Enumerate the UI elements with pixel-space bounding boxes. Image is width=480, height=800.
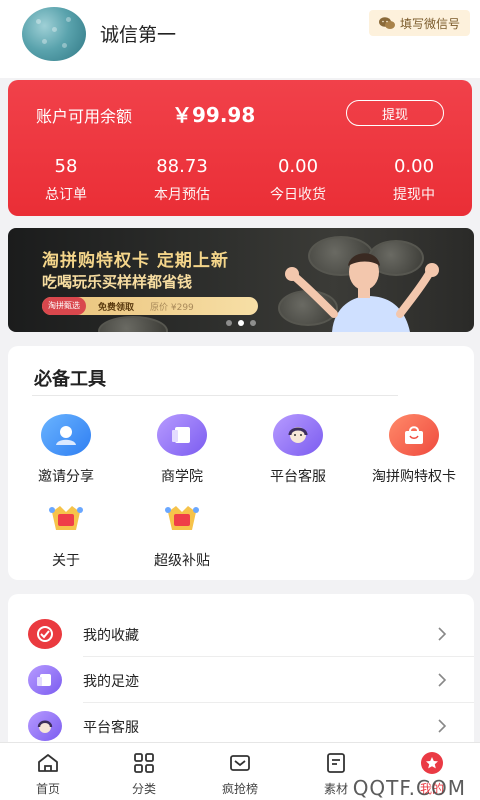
divider: [83, 702, 474, 703]
tool-label: 超级补贴: [154, 553, 210, 569]
tab-ranking[interactable]: 疯抢榜: [192, 743, 288, 800]
tool-label: 淘拼购特权卡: [372, 469, 456, 485]
tab-label: 素材: [323, 782, 348, 796]
stat-total-orders[interactable]: 58 总订单: [8, 156, 124, 204]
tool-business-school[interactable]: 商学院: [124, 414, 240, 486]
stat-withdrawing[interactable]: 0.00 提现中: [356, 156, 472, 204]
stat-label: 今日收货: [270, 187, 326, 203]
super-subsidy-icon: [157, 498, 207, 540]
menu-list: 我的收藏 我的足迹 平台客服: [8, 594, 474, 754]
stat-value: 0.00: [393, 156, 435, 177]
username: 诚信第一: [100, 24, 177, 46]
business-school-icon: [157, 414, 207, 456]
wechat-icon: [378, 16, 395, 29]
profile-icon: [421, 752, 443, 774]
tools-section: 必备工具 邀请分享 商学院 平台客服 淘拼购特权卡 关于 超级补贴: [8, 346, 474, 580]
tool-label: 邀请分享: [38, 469, 94, 485]
stat-label: 本月预估: [154, 187, 210, 203]
stat-value: 58: [54, 156, 78, 177]
menu-label: 我的收藏: [83, 628, 139, 644]
stat-label: 总订单: [45, 187, 87, 203]
banner-dot[interactable]: [226, 320, 232, 326]
privilege-card-icon: [389, 414, 439, 456]
favorites-icon: [28, 619, 62, 649]
tool-label: 平台客服: [270, 469, 326, 485]
tool-label: 商学院: [161, 469, 203, 485]
divider: [32, 395, 398, 396]
home-icon: [38, 754, 58, 772]
stat-today-received[interactable]: 0.00 今日收货: [240, 156, 356, 204]
banner-pagination: [226, 320, 256, 326]
balance-card: 账户可用余额 ￥99.98 提现 58 总订单 88.73 本月预估 0.00 …: [8, 80, 472, 216]
menu-item-favorites[interactable]: 我的收藏: [8, 612, 474, 658]
banner-subtitle: 吃喝玩乐买样样都省钱: [42, 273, 193, 291]
chevron-right-icon: [438, 673, 447, 687]
tab-home[interactable]: 首页: [0, 743, 96, 800]
banner-title: 淘拼购特权卡 定期上新: [42, 251, 229, 271]
category-icon: [134, 753, 154, 773]
tool-customer-service[interactable]: 平台客服: [240, 414, 356, 486]
offer-claim-label: 免费领取: [98, 302, 135, 313]
stat-month-estimate[interactable]: 88.73 本月预估: [124, 156, 240, 204]
menu-item-footprint[interactable]: 我的足迹: [8, 658, 474, 704]
tab-label: 分类: [131, 782, 156, 796]
tool-about[interactable]: 关于: [8, 498, 124, 570]
tool-label: 关于: [52, 553, 80, 569]
customer-service-icon: [28, 711, 62, 741]
coin-decoration: [98, 316, 168, 332]
banner-dot-active[interactable]: [238, 320, 244, 326]
banner-dot[interactable]: [250, 320, 256, 326]
footprint-icon: [28, 665, 62, 695]
stat-label: 提现中: [393, 187, 435, 203]
stat-value: 88.73: [156, 156, 208, 177]
balance-amount: ￥99.98: [172, 103, 256, 127]
material-icon: [327, 753, 345, 773]
person-illustration: [285, 253, 439, 332]
tools-title: 必备工具: [34, 369, 106, 390]
chevron-right-icon: [438, 627, 447, 641]
tool-super-subsidy[interactable]: 超级补贴: [124, 498, 240, 570]
chevron-right-icon: [438, 719, 447, 733]
offer-old-price: 原价 ¥299: [150, 302, 194, 313]
tool-privilege-card[interactable]: 淘拼购特权卡: [356, 414, 472, 486]
profile-header: 诚信第一 填写微信号: [0, 0, 480, 78]
avatar[interactable]: [22, 7, 86, 61]
tab-label: 首页: [35, 782, 60, 796]
tab-label: 疯抢榜: [221, 782, 258, 796]
menu-label: 平台客服: [83, 720, 139, 736]
banner-offer-pill[interactable]: 淘拼甄选 免费领取 原价 ¥299: [42, 297, 258, 315]
about-icon: [41, 498, 91, 540]
balance-label: 账户可用余额: [36, 107, 133, 126]
customer-service-icon: [273, 414, 323, 456]
watermark: QQTF.COM: [352, 776, 466, 800]
balance-stats: 58 总订单 88.73 本月预估 0.00 今日收货 0.00 提现中: [8, 156, 472, 204]
divider: [83, 656, 474, 657]
menu-label: 我的足迹: [83, 674, 139, 690]
fill-wechat-button[interactable]: 填写微信号: [368, 10, 470, 36]
fill-wechat-label: 填写微信号: [399, 16, 460, 31]
ranking-icon: [230, 755, 250, 771]
offer-tag: 淘拼甄选: [42, 297, 86, 315]
stat-value: 0.00: [277, 156, 319, 177]
tool-invite-share[interactable]: 邀请分享: [8, 414, 124, 486]
tab-category[interactable]: 分类: [96, 743, 192, 800]
withdraw-button[interactable]: 提现: [346, 100, 444, 126]
promo-banner[interactable]: 淘拼购特权卡 定期上新 吃喝玩乐买样样都省钱 淘拼甄选 免费领取 原价 ¥299: [8, 228, 474, 332]
invite-share-icon: [41, 414, 91, 456]
